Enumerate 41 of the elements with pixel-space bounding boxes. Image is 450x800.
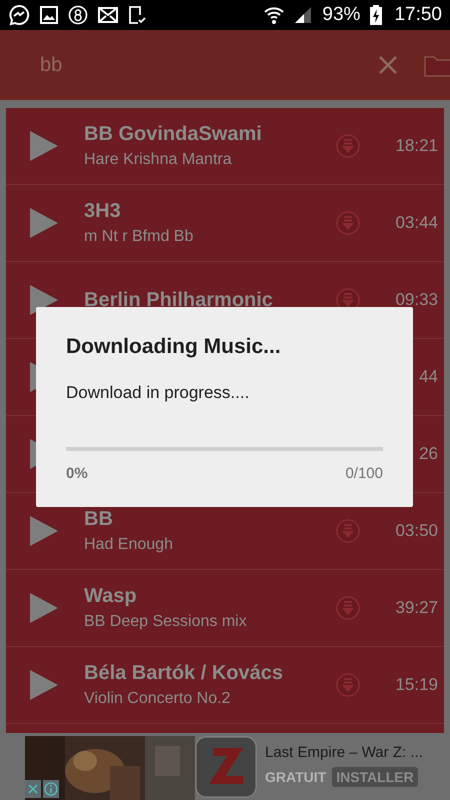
battery-charging-icon — [370, 5, 382, 25]
mail-icon — [98, 7, 118, 23]
track-artist: m Nt r Bfmd Bb — [84, 228, 194, 246]
close-icon[interactable] — [378, 55, 398, 75]
signal-icon — [294, 6, 312, 24]
track-artist: Had Enough — [84, 536, 174, 554]
track-duration: 44 — [418, 367, 438, 387]
track-duration: 03:50 — [394, 521, 438, 541]
messenger-icon — [8, 4, 30, 26]
dialog-message: Download in progress.... — [66, 383, 250, 403]
app-icon[interactable] — [195, 736, 257, 798]
wifi-icon — [264, 5, 284, 25]
gallery-icon — [40, 6, 58, 24]
clock-time: 17:50 — [394, 4, 442, 26]
device-check-icon — [128, 5, 146, 25]
install-button[interactable]: INSTALLER — [332, 767, 418, 787]
track-title: Béla Bartók / Kovács — [84, 662, 284, 685]
track-title: BB — [84, 508, 114, 531]
track-title: Berlin Philharmonic — [84, 288, 274, 312]
battery-percent: 93% — [322, 4, 360, 26]
track-duration: 18:21 — [394, 136, 438, 156]
track-duration: 26 — [418, 444, 438, 464]
track-duration: 39:27 — [394, 598, 438, 618]
play-icon[interactable] — [30, 285, 58, 315]
track-title: Wasp — [84, 585, 138, 608]
track-duration: 09:33 — [394, 290, 438, 310]
track-duration: 15:19 — [394, 675, 438, 695]
progress-percent: 0% — [66, 465, 88, 482]
track-artist: BB Deep Sessions mix — [84, 613, 248, 631]
circle-number-icon — [68, 5, 88, 25]
ad-price: GRATUIT — [265, 769, 326, 785]
track-duration: 03:44 — [394, 213, 438, 233]
track-title: 3H3 — [84, 200, 122, 223]
track-artist: Hare Krishna Mantra — [84, 151, 233, 169]
ad-close-icon[interactable] — [25, 780, 41, 798]
ad-title: Last Empire – War Z: ... — [265, 744, 423, 761]
track-artist: Violin Concerto No.2 — [84, 690, 232, 708]
ad-info-icon[interactable] — [43, 780, 59, 798]
progress-count: 0/100 — [345, 465, 383, 482]
track-title: BB GovindaSwami — [84, 123, 263, 146]
dialog-title: Downloading Music... — [66, 335, 281, 359]
